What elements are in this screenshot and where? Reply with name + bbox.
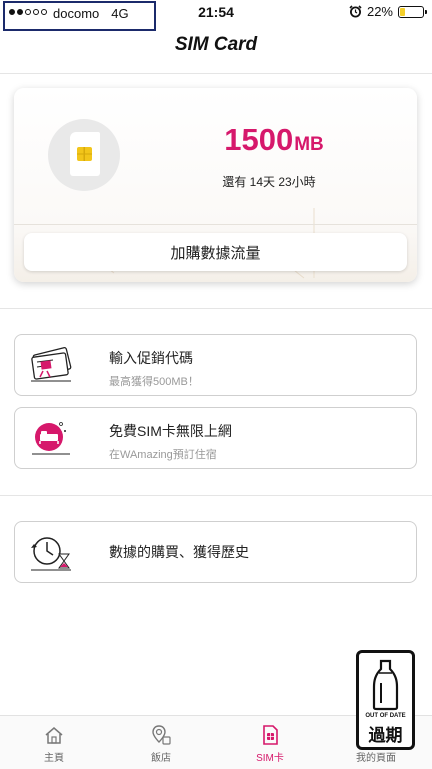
status-right: 22%: [349, 4, 427, 19]
history-clock-icon: [31, 537, 71, 571]
free-sim-hotel-item[interactable]: 免費SIM卡無限上網 在WAmazing預訂住宿: [14, 407, 417, 469]
menu-item-subtitle: 最高獲得500MB！: [109, 376, 199, 388]
battery-level-fill: [400, 7, 405, 16]
buy-data-button[interactable]: 加購數據流量: [24, 233, 407, 271]
sim-card-icon: [263, 725, 278, 745]
section-divider: [0, 308, 432, 309]
nav-item-hotel[interactable]: 飯店: [131, 724, 191, 764]
nav-label: 主頁: [44, 753, 64, 764]
page-title: SIM Card: [174, 34, 258, 55]
data-balance: 1500MB: [194, 122, 354, 158]
hotel-icon: [152, 725, 171, 745]
out-of-date-stamp: OUT OF DATE 過期: [356, 650, 415, 750]
menu-item-title: 數據的購買、獲得歷史: [109, 544, 249, 560]
menu-item-title: 免費SIM卡無限上網: [109, 423, 232, 439]
header-divider: [0, 73, 432, 74]
status-bar: docomo 4G 21:54 22%: [0, 0, 432, 31]
stamp-label: OUT OF DATE: [365, 713, 406, 719]
battery-icon: [398, 5, 427, 18]
purchase-history-item[interactable]: 數據的購買、獲得歷史: [14, 521, 417, 583]
data-balance-number: 1500: [224, 122, 294, 157]
remaining-time: 還有 14天 23小時: [222, 175, 316, 189]
card-divider: [14, 224, 417, 225]
sim-card-panel: 1500MB 還有 14天 23小時 加購數據流量: [14, 88, 417, 282]
alarm-icon: [349, 5, 362, 18]
milk-bottle-icon: [372, 659, 399, 711]
hotel-bed-icon: [32, 422, 70, 455]
home-icon: [45, 727, 63, 744]
section-divider: [0, 495, 432, 496]
nav-label: SIM卡: [256, 753, 284, 764]
promo-ticket-icon: [31, 346, 72, 382]
promo-code-item[interactable]: 輸入促銷代碼 最高獲得500MB！: [14, 334, 417, 396]
menu-item-subtitle: 在WAmazing預訂住宿: [109, 449, 217, 461]
nav-label: 飯店: [151, 753, 171, 764]
data-balance-unit: MB: [294, 134, 324, 155]
sim-chip-icon: [48, 119, 120, 191]
nav-item-home[interactable]: 主頁: [24, 724, 84, 764]
stamp-kanji: 過期: [368, 726, 403, 745]
nav-label: 我的頁面: [356, 753, 396, 764]
nav-item-sim[interactable]: SIM卡: [240, 724, 300, 764]
battery-percentage: 22%: [366, 4, 393, 19]
menu-item-title: 輸入促銷代碼: [109, 350, 193, 366]
